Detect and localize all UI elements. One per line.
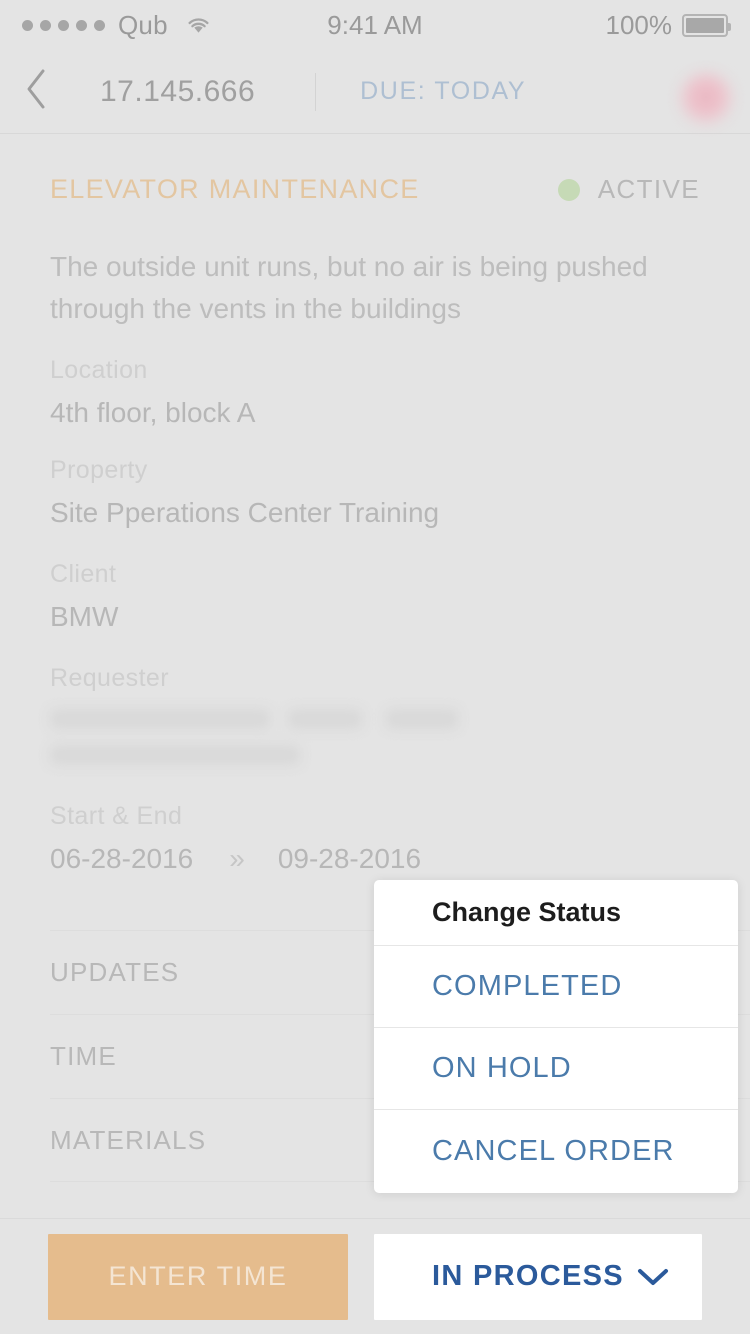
status-dot-icon	[557, 178, 580, 201]
signal-strength-icon	[22, 19, 105, 31]
field-start-end: Start & End 06-28-2016 » 09-28-2016	[50, 802, 690, 875]
list-item-label: UPDATES	[50, 957, 180, 987]
field-property-label: Property	[50, 456, 148, 484]
list-item-label: TIME	[50, 1041, 117, 1071]
field-requester: Requester	[50, 664, 690, 775]
field-client-value: BMW	[50, 601, 119, 632]
popup-title: Change Status	[374, 880, 738, 946]
change-status-popup: Change Status COMPLETED ON HOLD CANCEL O…	[374, 880, 738, 1193]
field-requester-label: Requester	[50, 664, 169, 692]
start-date-value: 06-28-2016	[50, 843, 194, 874]
popup-option-on-hold[interactable]: ON HOLD	[374, 1028, 738, 1110]
work-order-header: ELEVATOR MAINTENANCE ACTIVE	[50, 174, 700, 205]
battery-percent: 100%	[605, 9, 673, 40]
field-location-label: Location	[50, 356, 148, 384]
popup-option-label: CANCEL ORDER	[432, 1134, 675, 1167]
list-item-label: MATERIALS	[50, 1124, 207, 1155]
field-client: Client BMW	[50, 560, 690, 633]
bottom-action-bar: ENTER TIME IN PROCESS	[0, 1218, 750, 1334]
avatar[interactable]	[678, 72, 734, 128]
start-end-row: 06-28-2016 » 09-28-2016	[50, 843, 690, 875]
carrier-name: Qub	[118, 9, 168, 40]
end-date-value: 09-28-2016	[277, 843, 422, 874]
work-order-title: ELEVATOR MAINTENANCE	[50, 174, 420, 204]
popup-option-cancel-order[interactable]: CANCEL ORDER	[374, 1110, 738, 1192]
field-location-value: 4th floor, block A	[50, 397, 256, 428]
field-location: Location 4th floor, block A	[50, 356, 690, 429]
field-property-value: Site Pperations Center Training	[50, 497, 440, 528]
popup-option-label: COMPLETED	[432, 970, 623, 1002]
due-badge: DUE: TODAY	[360, 77, 527, 105]
field-client-label: Client	[50, 560, 117, 588]
enter-time-label: ENTER TIME	[108, 1261, 288, 1291]
popup-option-completed[interactable]: COMPLETED	[374, 946, 738, 1028]
field-start-end-label: Start & End	[50, 802, 183, 830]
status-bar-right: 100%	[605, 9, 731, 41]
enter-time-button[interactable]: ENTER TIME	[48, 1233, 348, 1320]
wifi-icon	[185, 15, 212, 35]
field-property: Property Site Pperations Center Training	[50, 456, 690, 529]
chevron-left-icon	[23, 67, 49, 116]
app-screen: Qub 9:41 AM 100% 17.145.666 DUE: TODAY E…	[0, 0, 750, 1334]
back-button[interactable]	[0, 50, 72, 134]
chevron-down-icon	[636, 1266, 670, 1288]
clock: 9:41 AM	[327, 9, 423, 40]
field-requester-value-redacted	[50, 705, 690, 775]
status-badge: ACTIVE	[557, 174, 700, 205]
status-bar-left: Qub	[22, 10, 212, 41]
status-dropdown-label: IN PROCESS	[432, 1260, 624, 1292]
page-title: 17.145.666	[100, 74, 256, 108]
nav-bar: 17.145.666 DUE: TODAY	[0, 50, 750, 134]
nav-divider	[315, 72, 317, 111]
status-dropdown-button[interactable]: IN PROCESS	[374, 1233, 702, 1320]
popup-option-label: ON HOLD	[432, 1052, 572, 1084]
status-badge-label: ACTIVE	[597, 174, 700, 204]
work-order-description: The outside unit runs, but no air is bei…	[50, 251, 648, 324]
arrow-right-icon: »	[229, 843, 244, 874]
status-bar: Qub 9:41 AM 100%	[0, 0, 750, 50]
battery-icon	[682, 13, 731, 37]
